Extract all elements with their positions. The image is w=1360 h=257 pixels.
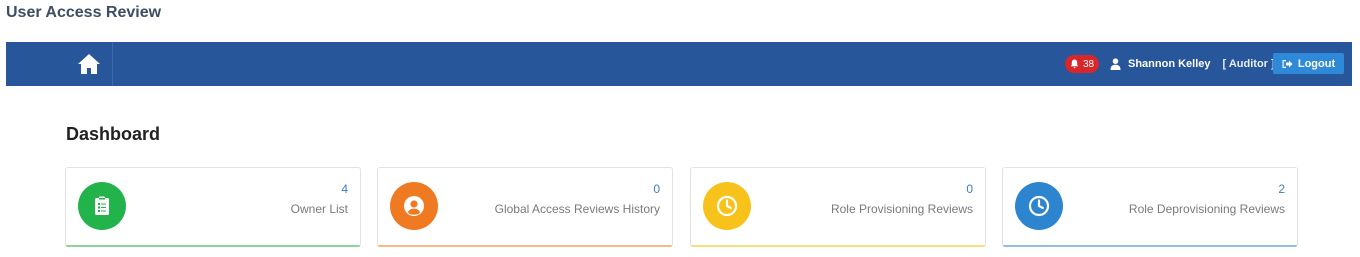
sign-out-icon	[1282, 59, 1293, 68]
card-accent-bar	[66, 245, 360, 247]
card-role-deprovisioning-reviews[interactable]: 2 Role Deprovisioning Reviews	[1002, 167, 1298, 247]
card-label: Role Deprovisioning Reviews	[1128, 202, 1285, 216]
card-accent-bar	[691, 245, 985, 247]
clock-icon	[1028, 195, 1050, 217]
card-owner-list[interactable]: 4 Owner List	[65, 167, 361, 247]
home-icon	[78, 54, 100, 74]
logout-label: Logout	[1297, 57, 1336, 70]
page-title: Dashboard	[66, 124, 161, 144]
user-role: [ Auditor ]	[1222, 58, 1275, 70]
card-icon-circle	[703, 182, 751, 230]
clipboard-icon	[95, 196, 109, 215]
card-label: Global Access Reviews History	[494, 202, 660, 216]
card-global-access-reviews-history[interactable]: 0 Global Access Reviews History	[377, 167, 673, 247]
app-title: User Access Review	[6, 4, 162, 21]
user-circle-icon	[404, 196, 424, 216]
card-label: Role Provisioning Reviews	[830, 202, 973, 216]
home-button[interactable]	[66, 42, 113, 86]
logout-button[interactable]: Logout	[1273, 53, 1344, 74]
clock-icon	[716, 195, 738, 217]
notification-count: 38	[1082, 58, 1095, 70]
card-count: 0	[653, 182, 660, 196]
card-icon-circle	[390, 182, 438, 230]
card-accent-bar	[1003, 245, 1297, 247]
user-name: Shannon Kelley	[1128, 58, 1211, 70]
bell-icon	[1070, 59, 1079, 69]
card-count: 0	[966, 182, 973, 196]
card-icon-circle	[1015, 182, 1063, 230]
card-count: 4	[341, 182, 348, 196]
card-count: 2	[1278, 182, 1285, 196]
card-icon-circle	[78, 182, 126, 230]
top-navbar: 38 Shannon Kelley [ Auditor ] Logout	[6, 42, 1352, 86]
user-icon	[1110, 58, 1121, 70]
card-role-provisioning-reviews[interactable]: 0 Role Provisioning Reviews	[690, 167, 986, 247]
user-menu[interactable]: Shannon Kelley [ Auditor ]	[1110, 56, 1275, 72]
card-label: Owner List	[290, 202, 348, 216]
card-accent-bar	[378, 245, 672, 247]
notifications-badge[interactable]: 38	[1065, 55, 1099, 73]
